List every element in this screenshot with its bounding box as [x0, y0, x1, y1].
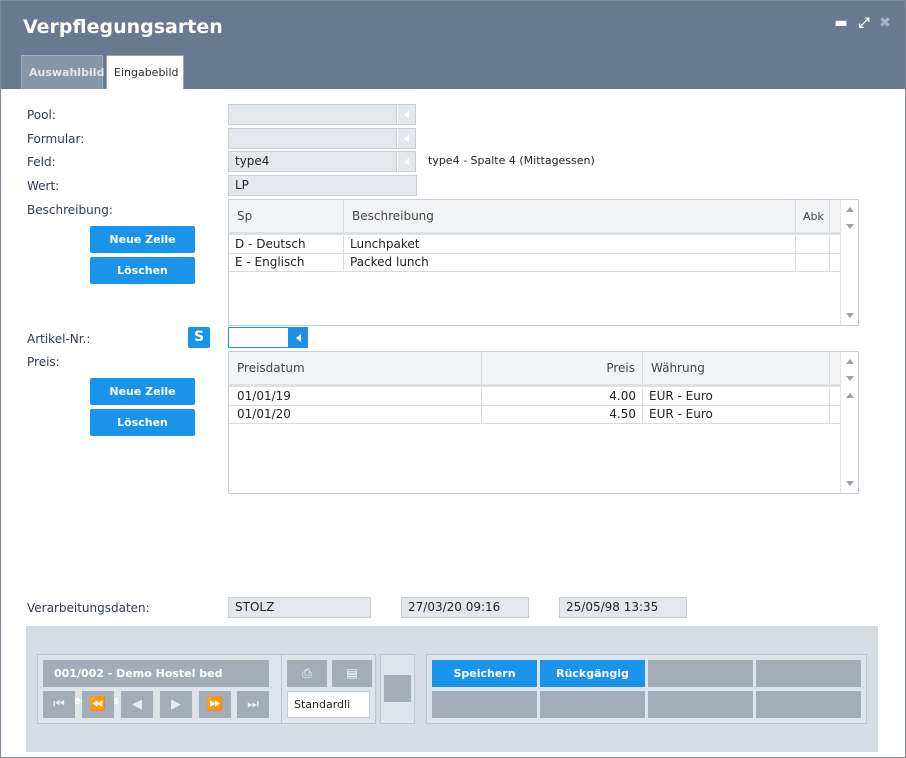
beschreibung-label: Beschreibung: [27, 203, 113, 217]
pool-label: Pool: [27, 108, 56, 122]
cell-preisdatum: 01/01/20 [229, 406, 482, 423]
action-button-empty[interactable] [540, 691, 645, 718]
table-row[interactable]: E - Englisch Packed lunch [229, 254, 840, 272]
cell-abk [796, 254, 830, 271]
feld-label: Feld: [27, 155, 56, 169]
feld-dropdown-icon[interactable] [397, 151, 416, 172]
cell-waehrung: EUR - Euro [643, 406, 830, 423]
undo-button[interactable]: Rückgängig [540, 660, 645, 687]
scroll-down-icon[interactable] [846, 313, 854, 318]
preis-grid: Preisdatum Preis Währung 01/01/19 4.00 E… [228, 351, 859, 494]
cell-preis: 4.50 [482, 406, 643, 423]
prev-icon[interactable]: ◀ [121, 691, 153, 718]
pool-field[interactable] [228, 104, 397, 125]
print-group: ⎙ ▤ Standardli [281, 654, 376, 724]
action-button-empty[interactable] [432, 691, 537, 718]
beschreibung-scrollbar[interactable] [840, 200, 858, 325]
scroll-down-icon[interactable] [846, 224, 854, 229]
window: Verpflegungsarten ▬ ⤢ ✖ Auswahlbild Eing… [0, 0, 906, 758]
cell-waehrung: EUR - Euro [643, 388, 830, 405]
scroll-down-icon[interactable] [846, 481, 854, 486]
neue-zeile-button-beschreibung[interactable]: Neue Zeile [90, 226, 195, 253]
artikel-label: Artikel-Nr.: [27, 332, 91, 346]
print-icon[interactable]: ⎙ [287, 660, 327, 687]
formular-dropdown-icon[interactable] [397, 128, 416, 149]
grid-header: Preisdatum Preis Währung [229, 352, 840, 387]
formular-field[interactable] [228, 128, 397, 149]
cell-beschreibung: Lunchpaket [344, 236, 796, 253]
verarbeitung-user: STOLZ [228, 597, 371, 618]
artikel-input[interactable] [228, 327, 289, 348]
scroll-up-icon[interactable] [846, 359, 854, 364]
title-bar: Verpflegungsarten ▬ ⤢ ✖ Auswahlbild Eing… [1, 1, 905, 89]
column-header-beschreibung[interactable]: Beschreibung [344, 200, 796, 233]
cell-sp: E - Englisch [229, 254, 344, 271]
beschreibung-grid: Sp Beschreibung Abk D - Deutsch Lunchpak… [228, 199, 859, 326]
verarbeitung-changed: 27/03/20 09:16 [401, 597, 529, 618]
record-indicator[interactable]: 001/002 - Demo Hostel bed categories [43, 660, 269, 707]
scroll-up-icon[interactable] [846, 207, 854, 212]
tab-auswahlbild[interactable]: Auswahlbild [21, 55, 104, 89]
record-navigation: 001/002 - Demo Hostel bed categories ⏮ ⏪… [37, 654, 300, 724]
artikel-dropdown-icon[interactable] [289, 327, 308, 348]
feld-field[interactable]: type4 [228, 151, 397, 172]
search-s-button[interactable]: S [188, 327, 210, 348]
save-button[interactable]: Speichern [432, 660, 537, 687]
action-button-empty[interactable] [756, 691, 861, 718]
column-header-abk[interactable]: Abk [796, 200, 830, 233]
scroll-up-icon[interactable] [846, 393, 854, 398]
column-header-preisdatum[interactable]: Preisdatum [229, 352, 482, 385]
cell-preisdatum: 01/01/19 [229, 388, 482, 405]
tab-eingabebild[interactable]: Eingabebild [106, 55, 184, 89]
verarbeitung-created: 25/05/98 13:35 [559, 597, 687, 618]
window-title: Verpflegungsarten [23, 16, 223, 38]
preis-scrollbar[interactable] [840, 352, 858, 493]
footer-toolbar: 001/002 - Demo Hostel bed categories ⏮ ⏪… [26, 626, 878, 752]
wert-label: Wert: [27, 179, 60, 193]
column-header-sp[interactable]: Sp [229, 200, 344, 233]
fast-forward-icon[interactable]: ⏩ [199, 691, 231, 718]
cell-preis: 4.00 [482, 388, 643, 405]
layout-select[interactable]: Standardli [287, 691, 370, 718]
chevron-up-icon [355, 703, 363, 707]
formular-label: Formular: [27, 132, 85, 146]
action-group: Speichern Rückgängig [426, 654, 867, 724]
extra-group [380, 654, 415, 724]
wert-field[interactable]: LP [228, 175, 417, 196]
last-icon[interactable]: ⏭ [237, 691, 269, 718]
grid-header: Sp Beschreibung Abk [229, 200, 840, 235]
feld-description: type4 - Spalte 4 (Mittagessen) [428, 154, 595, 167]
loeschen-button-beschreibung[interactable]: Löschen [90, 257, 195, 284]
layout-select-value: Standardli [294, 698, 351, 711]
next-icon[interactable]: ▶ [160, 691, 192, 718]
fast-back-icon[interactable]: ⏪ [82, 691, 114, 718]
scroll-down-icon[interactable] [846, 376, 854, 381]
pool-dropdown-icon[interactable] [397, 104, 416, 125]
pdf-icon[interactable]: ▤ [332, 660, 372, 687]
maximize-icon[interactable]: ⤢ [856, 15, 872, 31]
close-icon[interactable]: ✖ [877, 15, 893, 31]
cell-sp: D - Deutsch [229, 236, 344, 253]
action-button-empty[interactable] [648, 691, 753, 718]
minimize-icon[interactable]: ▬ [833, 15, 849, 31]
preis-label: Preis: [27, 355, 60, 369]
action-button-empty[interactable] [648, 660, 753, 687]
first-icon[interactable]: ⏮ [43, 691, 75, 718]
loeschen-button-preis[interactable]: Löschen [90, 409, 195, 436]
table-row[interactable]: 01/01/19 4.00 EUR - Euro [229, 388, 840, 406]
table-row[interactable]: 01/01/20 4.50 EUR - Euro [229, 406, 840, 424]
verarbeitung-label: Verarbeitungsdaten: [27, 601, 150, 615]
cell-abk [796, 236, 830, 253]
table-row[interactable]: D - Deutsch Lunchpaket [229, 236, 840, 254]
column-header-preis[interactable]: Preis [482, 352, 643, 385]
action-button-empty[interactable] [756, 660, 861, 687]
extra-button[interactable] [384, 675, 411, 702]
cell-beschreibung: Packed lunch [344, 254, 796, 271]
neue-zeile-button-preis[interactable]: Neue Zeile [90, 378, 195, 405]
column-header-waehrung[interactable]: Währung [643, 352, 830, 385]
